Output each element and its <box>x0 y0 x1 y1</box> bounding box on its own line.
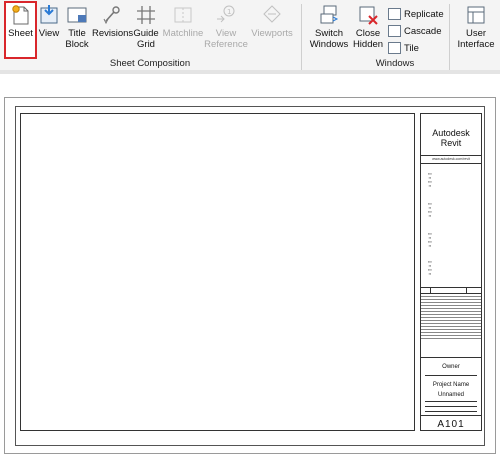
viewports-icon <box>263 5 281 23</box>
guide-grid-button[interactable]: Guide Grid <box>132 2 160 58</box>
ribbon-bottom-bar <box>0 70 500 74</box>
revisions-button-label: Revisions <box>92 28 134 39</box>
matchline-button[interactable]: Matchline <box>162 2 204 58</box>
tile-label: Tile <box>404 42 419 54</box>
viewports-button-label: Viewports <box>251 28 293 39</box>
revisions-button[interactable]: Revisions <box>92 2 134 58</box>
replicate-label: Replicate <box>404 8 444 20</box>
guide-grid-button-label: Guide Grid <box>133 28 159 50</box>
viewports-button[interactable]: Viewports <box>250 2 294 58</box>
switch-windows-icon <box>320 5 339 24</box>
switch-windows-button[interactable]: Switch Windows <box>306 2 352 58</box>
close-hidden-button[interactable]: Close Hidden <box>352 2 384 58</box>
view-reference-icon: 1 <box>217 5 235 23</box>
view-reference-button-label: View Reference <box>204 28 248 50</box>
replicate-button[interactable]: Replicate <box>388 8 444 20</box>
consultants-block: ▪▪▪ ▪▪ ▪▪▪ ▪▪ ▪▪▪ ▪▪ ▪▪▪ ▪▪ ▪▪▪ ▪▪ ▪▪▪ ▪▪ ▪▪▪ ▪▪ ▪▪… <box>421 164 481 288</box>
replicate-icon <box>388 8 401 20</box>
sheet-name-text: Unnamed <box>437 392 464 398</box>
revision-table <box>421 288 481 358</box>
title-block-button[interactable]: Title Block <box>62 2 92 58</box>
title-block-button-label: Title Block <box>65 28 89 50</box>
sheet-drawing-area[interactable] <box>20 113 415 431</box>
group-separator <box>301 4 302 70</box>
svg-text:1: 1 <box>227 8 231 16</box>
user-interface-icon <box>467 6 485 24</box>
close-hidden-icon <box>359 6 378 25</box>
windows-group-label: Windows <box>375 58 415 69</box>
company-name: Autodesk Revit <box>421 114 481 156</box>
sheet-button[interactable]: Sheet <box>4 1 37 59</box>
close-hidden-label: Close Hidden <box>352 28 384 50</box>
sheet-button-label: Sheet <box>8 28 33 39</box>
revit-window: Sheet View Title Block Revisions Guide G… <box>0 0 500 457</box>
place-view-icon <box>40 5 58 24</box>
title-block-icon <box>67 7 87 23</box>
tile-icon <box>388 42 401 54</box>
revisions-icon <box>103 6 120 25</box>
group-separator <box>449 4 450 70</box>
owner-text: Owner <box>442 364 460 370</box>
view-button[interactable]: View <box>37 2 61 58</box>
view-button-label: View <box>38 28 60 39</box>
view-reference-button[interactable]: 1 View Reference <box>204 2 248 58</box>
sheet-number: A101 <box>437 419 465 430</box>
cascade-button[interactable]: Cascade <box>388 25 442 37</box>
title-block: Autodesk Revit www.autodesk.com/revit ▪▪… <box>420 113 482 431</box>
cascade-icon <box>388 25 401 37</box>
guide-grid-icon <box>137 6 155 24</box>
project-info-block: Owner Project Name Unnamed <box>421 358 481 416</box>
switch-windows-label: Switch Windows <box>309 28 349 50</box>
new-sheet-icon <box>11 5 28 25</box>
sheet-border: Autodesk Revit www.autodesk.com/revit ▪▪… <box>15 106 485 446</box>
user-interface-label: User Interface <box>457 28 495 50</box>
sheet-composition-group-label: Sheet Composition <box>109 58 191 69</box>
drawing-canvas[interactable]: Autodesk Revit www.autodesk.com/revit ▪▪… <box>4 97 496 454</box>
ribbon-view-tab: Sheet View Title Block Revisions Guide G… <box>0 0 500 74</box>
tile-button[interactable]: Tile <box>388 42 419 54</box>
company-url: www.autodesk.com/revit <box>421 156 481 164</box>
matchline-icon <box>174 7 192 23</box>
user-interface-button[interactable]: User Interface <box>453 2 499 58</box>
matchline-button-label: Matchline <box>162 28 204 39</box>
cascade-label: Cascade <box>404 25 442 37</box>
project-name-text: Project Name <box>432 382 470 388</box>
